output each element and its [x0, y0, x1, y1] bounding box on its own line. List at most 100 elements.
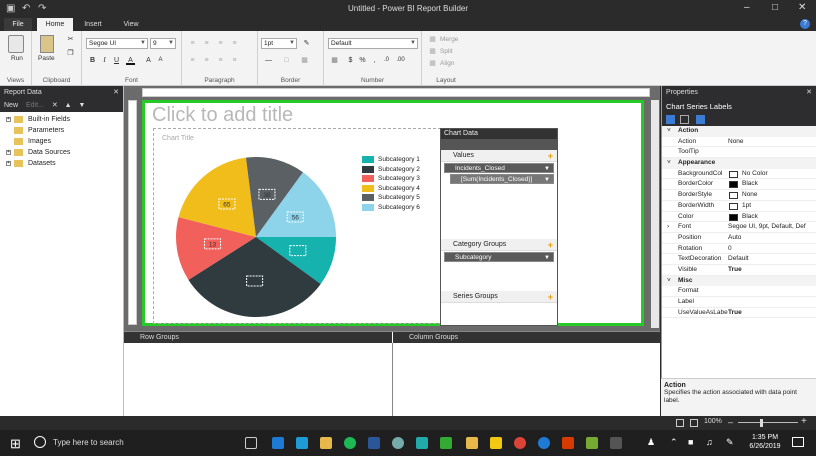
- property-value[interactable]: True: [728, 265, 814, 276]
- move-up-icon[interactable]: ▲: [65, 102, 72, 109]
- property-value[interactable]: No Color: [742, 169, 814, 180]
- collapse-icon[interactable]: ˅: [667, 158, 671, 169]
- file-explorer-icon[interactable]: [320, 437, 332, 449]
- underline-icon[interactable]: U: [112, 56, 121, 65]
- grow-font-icon[interactable]: A: [144, 56, 153, 65]
- percent-icon[interactable]: %: [358, 56, 367, 65]
- chevron-down-icon[interactable]: ▼: [544, 164, 550, 174]
- fit-icon[interactable]: [690, 419, 698, 427]
- app-icon[interactable]: [538, 437, 550, 449]
- number-format-select[interactable]: Default ▼: [328, 38, 418, 49]
- align-bottom-icon[interactable]: ≡: [216, 39, 225, 48]
- property-row[interactable]: UseValueAsLabe True: [662, 308, 816, 319]
- data-label[interactable]: 56: [292, 215, 300, 222]
- close-icon[interactable]: ✕: [798, 2, 806, 13]
- align-button[interactable]: Align: [440, 60, 454, 67]
- chevron-up-icon[interactable]: ⌃: [670, 437, 678, 448]
- border-box-icon[interactable]: □: [282, 56, 291, 65]
- alphabetical-icon[interactable]: [680, 115, 689, 124]
- property-category[interactable]: ˅ Appearance: [662, 158, 816, 169]
- expand-icon[interactable]: +: [6, 117, 11, 122]
- run-icon[interactable]: [8, 35, 24, 53]
- tree-item-images[interactable]: Images: [0, 136, 123, 147]
- move-down-icon[interactable]: ▼: [79, 102, 86, 109]
- decrease-decimal-icon[interactable]: .00: [396, 56, 405, 65]
- new-button[interactable]: New: [4, 102, 18, 109]
- power-bi-icon[interactable]: [490, 437, 502, 449]
- font-size-select[interactable]: 9 ▼: [150, 38, 176, 49]
- app-icon[interactable]: [610, 437, 622, 449]
- report-title-placeholder[interactable]: Click to add title: [152, 104, 293, 127]
- comma-icon[interactable]: ,: [370, 56, 379, 65]
- search-icon[interactable]: [34, 436, 46, 448]
- align-middle-icon[interactable]: ≡: [202, 39, 211, 48]
- chart-legend[interactable]: Subcategory 1 Subcategory 2 Subcategory 3 S…: [362, 155, 440, 215]
- property-value[interactable]: 0: [728, 244, 814, 255]
- add-icon[interactable]: +: [548, 239, 553, 251]
- maximize-icon[interactable]: □: [772, 2, 778, 13]
- property-value[interactable]: True: [728, 308, 814, 319]
- property-value[interactable]: 1pt: [742, 201, 814, 212]
- volume-icon[interactable]: ♫: [706, 437, 713, 447]
- help-icon[interactable]: ?: [800, 19, 810, 29]
- vertical-scrollbar[interactable]: [651, 100, 659, 328]
- property-value[interactable]: None: [728, 137, 814, 148]
- align-top-icon[interactable]: ≡: [188, 39, 197, 48]
- justify-icon[interactable]: ≡: [230, 56, 239, 65]
- expand-icon[interactable]: +: [6, 161, 11, 166]
- property-category[interactable]: ˅ Misc: [662, 275, 816, 287]
- align-left-icon[interactable]: ≡: [188, 56, 197, 65]
- tree-item-built-in-fields[interactable]: + Built-in Fields: [0, 114, 123, 125]
- app-icon[interactable]: [562, 437, 574, 449]
- paste-button[interactable]: Paste: [38, 55, 55, 62]
- app-icon[interactable]: [466, 437, 478, 449]
- collapse-icon[interactable]: ˅: [667, 126, 671, 137]
- align-icon[interactable]: ▦: [428, 59, 437, 68]
- chevron-down-icon[interactable]: ▼: [544, 175, 550, 185]
- page-view-icon[interactable]: [676, 419, 684, 427]
- property-value[interactable]: Default: [728, 254, 814, 265]
- app-icon[interactable]: [586, 437, 598, 449]
- increase-decimal-icon[interactable]: .0: [382, 56, 391, 65]
- data-label[interactable]: 13: [209, 241, 217, 248]
- italic-icon[interactable]: I: [100, 56, 109, 65]
- property-row[interactable]: Rotation 0: [662, 244, 816, 255]
- tab-view[interactable]: View: [116, 18, 146, 31]
- property-row[interactable]: Format: [662, 286, 816, 297]
- indent-icon[interactable]: ≡: [230, 39, 239, 48]
- bold-icon[interactable]: B: [88, 56, 97, 65]
- font-color-icon[interactable]: A: [126, 56, 135, 65]
- clock[interactable]: 1:35 PM 6/26/2019: [745, 433, 785, 451]
- category-drop-area[interactable]: [441, 263, 557, 291]
- value-expression[interactable]: [Sum(Incidents_Closed)] ▼: [450, 174, 554, 184]
- zoom-slider-thumb[interactable]: [760, 419, 763, 427]
- word-icon[interactable]: [368, 437, 380, 449]
- property-row[interactable]: ToolTip: [662, 147, 816, 159]
- property-value[interactable]: None: [742, 190, 814, 201]
- notifications-icon[interactable]: [792, 437, 804, 447]
- property-pages-icon[interactable]: [696, 115, 705, 124]
- spotify-icon[interactable]: [344, 437, 356, 449]
- border-width-select[interactable]: 1pt ▼: [261, 38, 297, 49]
- currency-icon[interactable]: $: [346, 56, 355, 65]
- zoom-out-icon[interactable]: –: [728, 417, 733, 427]
- store-icon[interactable]: [296, 437, 308, 449]
- edit-button[interactable]: Edit...: [26, 102, 44, 109]
- border-color-icon[interactable]: ✎: [302, 39, 311, 48]
- delete-icon[interactable]: ✕: [52, 102, 58, 109]
- run-button[interactable]: Run: [11, 55, 23, 62]
- tree-item-datasets[interactable]: + Datasets: [0, 158, 123, 169]
- zoom-in-icon[interactable]: +: [801, 416, 807, 427]
- values-drop-area[interactable]: [441, 185, 557, 239]
- align-right-icon[interactable]: ≡: [216, 56, 225, 65]
- property-value[interactable]: Black: [742, 179, 814, 190]
- windows-start-icon[interactable]: ⊞: [10, 436, 21, 452]
- border-style-icon[interactable]: —: [264, 56, 273, 65]
- property-row[interactable]: Color Black: [662, 212, 816, 223]
- app-icon[interactable]: [416, 437, 428, 449]
- network-icon[interactable]: ■: [688, 437, 693, 447]
- chevron-down-icon[interactable]: ▼: [544, 253, 550, 263]
- tree-item-parameters[interactable]: Parameters: [0, 125, 123, 136]
- categorized-icon[interactable]: [666, 115, 675, 124]
- property-row[interactable]: BorderColor Black: [662, 179, 816, 191]
